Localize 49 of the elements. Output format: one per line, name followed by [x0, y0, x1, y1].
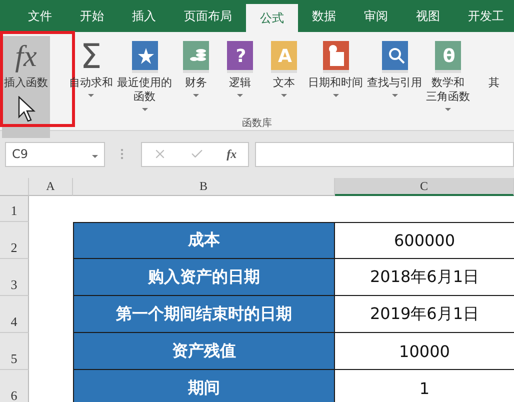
ribbon-button[interactable]: 财务	[174, 36, 218, 97]
sigma-icon: Σ	[80, 38, 102, 76]
book-icon: ?	[225, 40, 255, 74]
ribbon-button[interactable]: 其	[472, 36, 514, 90]
ribbon-tab[interactable]: 文件	[14, 0, 66, 32]
row-header[interactable]: 5	[0, 333, 29, 370]
table-cell: 1	[335, 370, 514, 402]
row-header[interactable]: 6	[0, 370, 29, 402]
table-cell: 成本	[73, 222, 335, 259]
ribbon-button[interactable]: θ 数学和 三角函数	[424, 36, 472, 111]
row-header[interactable]: 3	[0, 259, 29, 296]
row-header[interactable]: 4	[0, 296, 29, 333]
ribbon-button[interactable]: 日期和时间	[306, 36, 365, 97]
ribbon-tab[interactable]: 审阅	[350, 0, 402, 32]
column-header[interactable]: A	[29, 178, 73, 196]
table-cell: 资产残值	[73, 333, 335, 370]
column-header[interactable]: B	[73, 178, 335, 196]
ribbon-tab[interactable]: 插入	[118, 0, 170, 32]
insert-function-button[interactable]: fx	[226, 146, 237, 162]
book-icon: A	[269, 40, 299, 74]
table-cell: 2018年6月1日	[335, 259, 514, 296]
function-icon: fx	[15, 38, 37, 76]
ribbon-tab[interactable]: 开始	[66, 0, 118, 32]
select-all-corner[interactable]	[0, 178, 29, 196]
table-cell: 期间	[73, 370, 335, 402]
ribbon-tab[interactable]: 页面布局	[170, 0, 246, 32]
table-cell: 购入资产的日期	[73, 259, 335, 296]
ribbon-tab[interactable]: 数据	[298, 0, 350, 32]
group-label: 函数库	[241, 116, 273, 130]
name-box[interactable]: C9	[5, 142, 105, 166]
table-cell: 600000	[335, 222, 514, 259]
formula-input[interactable]	[255, 142, 514, 166]
ribbon-tab[interactable]: 视图	[402, 0, 454, 32]
ribbon-button[interactable]: ? 逻辑	[218, 36, 262, 97]
ribbon-tab[interactable]: 公式	[246, 4, 298, 32]
ribbon-button[interactable]: fx 插入函数	[2, 36, 50, 138]
mouse-pointer-icon	[18, 96, 36, 122]
table-cell: 10000	[335, 333, 514, 370]
table-cell: 2019年6月1日	[335, 296, 514, 333]
ribbon-button[interactable]: 最近使用的 函数	[115, 36, 174, 111]
row-header[interactable]: 1	[0, 196, 29, 222]
grip-icon	[121, 149, 125, 159]
ribbon-tab[interactable]: 开发工	[454, 0, 514, 32]
ribbon-button[interactable]: 查找与引用	[365, 36, 424, 97]
row-header[interactable]: 2	[0, 222, 29, 259]
column-header[interactable]: C	[335, 178, 514, 196]
table-cell: 第一个期间结束时的日期	[73, 296, 335, 333]
ribbon-button[interactable]: A 文本	[262, 36, 306, 97]
book-icon: θ	[433, 40, 463, 74]
